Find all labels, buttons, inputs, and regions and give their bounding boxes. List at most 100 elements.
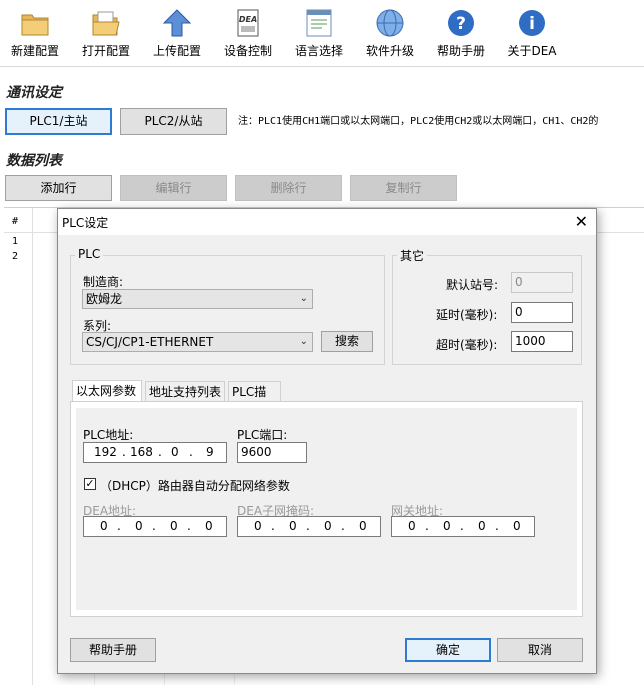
plc-port-input[interactable]: 9600 <box>237 442 307 463</box>
ip-dot: . <box>117 519 121 533</box>
timeout-input[interactable]: 1000 <box>511 331 573 352</box>
about-dea-button[interactable]: i 关于DEA <box>499 6 565 62</box>
ip-dot: . <box>425 519 429 533</box>
language-select-label: 语言选择 <box>294 44 343 58</box>
plc2-slave-button[interactable]: PLC2/从站 <box>120 108 227 135</box>
language-icon <box>306 9 332 37</box>
upload-config-button[interactable]: 上传配置 <box>144 6 210 62</box>
subnet-mask-input[interactable]: 0. 0. 0. 0 <box>237 516 381 537</box>
series-value: CS/CJ/CP1-ETHERNET <box>86 335 214 349</box>
dhcp-label: （DHCP）路由器自动分配网络参数 <box>100 479 290 493</box>
ip-octet: 0 <box>324 519 332 533</box>
row-number-column <box>4 208 33 685</box>
ok-button[interactable]: 确定 <box>405 638 491 662</box>
open-config-label: 打开配置 <box>81 44 130 58</box>
chevron-down-icon: ⌄ <box>299 336 308 347</box>
copy-row-button[interactable]: 复制行 <box>350 175 457 201</box>
manufacturer-select[interactable]: 欧姆龙 ⌄ <box>82 289 313 309</box>
default-station-label: 默认站号: <box>446 278 499 292</box>
upload-config-label: 上传配置 <box>152 44 201 58</box>
svg-text:DEA: DEA <box>239 15 257 24</box>
dhcp-checkbox[interactable]: ✓ <box>84 478 96 490</box>
ip-dot: . <box>122 445 126 459</box>
ip-octet: 0 <box>513 519 521 533</box>
dialog-title: PLC设定 <box>62 216 109 230</box>
comm-note: 注：PLC1使用CH1端口或以太网端口，PLC2使用CH2或以太网端口，CH1、… <box>238 116 599 127</box>
search-button[interactable]: 搜索 <box>321 331 373 352</box>
grid-row-number: 1 <box>12 236 19 247</box>
edit-row-button[interactable]: 编辑行 <box>120 175 227 201</box>
delete-row-button[interactable]: 删除行 <box>235 175 342 201</box>
other-group-label: 其它 <box>397 247 428 264</box>
new-config-label: 新建配置 <box>10 44 59 58</box>
tab-plc-description[interactable]: PLC描述 <box>228 381 281 419</box>
ip-octet: 0 <box>254 519 262 533</box>
close-icon[interactable]: ✕ <box>575 212 588 231</box>
svg-text:?: ? <box>456 14 466 34</box>
dea-device-icon: DEA <box>237 9 259 37</box>
globe-icon <box>376 9 404 37</box>
ip-octet: 0 <box>135 519 143 533</box>
ip-octet: 0 <box>408 519 416 533</box>
software-upgrade-label: 软件升级 <box>365 44 414 58</box>
ip-dot: . <box>189 445 193 459</box>
ethernet-tab-content <box>76 408 577 610</box>
dialog-titlebar: PLC设定 ✕ <box>58 209 596 235</box>
delay-label: 延时(毫秒): <box>436 308 498 322</box>
ip-octet: 0 <box>170 519 178 533</box>
toolbar-divider <box>0 66 644 67</box>
new-config-button[interactable]: 新建配置 <box>2 6 68 62</box>
cancel-button[interactable]: 取消 <box>497 638 583 662</box>
info-icon: i <box>519 10 545 36</box>
ip-dot: . <box>460 519 464 533</box>
add-row-button[interactable]: 添加行 <box>5 175 112 201</box>
grid-row-number: 2 <box>12 251 19 262</box>
comm-settings-title: 通讯设定 <box>6 85 62 101</box>
device-control-label: 设备控制 <box>223 44 272 58</box>
open-folder-icon <box>92 11 120 36</box>
ip-octet: 192 <box>94 445 117 459</box>
tab-ethernet-params[interactable]: 以太网参数 <box>72 380 142 402</box>
ip-dot: . <box>271 519 275 533</box>
ip-octet: 0 <box>100 519 108 533</box>
device-control-button[interactable]: DEA 设备控制 <box>215 6 281 62</box>
ip-octet: 9 <box>206 445 214 459</box>
main-toolbar: 新建配置 打开配置 上传配置 DEA 设备控制 语言选择 软件升级 ? 帮助手册 <box>0 0 644 66</box>
open-config-button[interactable]: 打开配置 <box>73 6 139 62</box>
manufacturer-value: 欧姆龙 <box>86 292 123 306</box>
help-manual-label: 帮助手册 <box>436 44 485 58</box>
ip-octet: 0 <box>205 519 213 533</box>
timeout-label: 超时(毫秒): <box>436 338 498 352</box>
ip-dot: . <box>187 519 191 533</box>
about-dea-label: 关于DEA <box>507 44 557 58</box>
plc1-master-button[interactable]: PLC1/主站 <box>5 108 112 135</box>
ip-octet: 0 <box>359 519 367 533</box>
help-manual-button[interactable]: ? 帮助手册 <box>428 6 494 62</box>
help-manual-dialog-button[interactable]: 帮助手册 <box>70 638 156 662</box>
help-icon: ? <box>448 10 474 36</box>
tab-address-support[interactable]: 地址支持列表 <box>145 381 225 401</box>
ip-octet: 0 <box>289 519 297 533</box>
manufacturer-label: 制造商: <box>83 275 124 289</box>
language-select-button[interactable]: 语言选择 <box>286 6 352 62</box>
upload-arrow-icon <box>162 9 192 37</box>
grid-header-hash: # <box>12 216 19 227</box>
plc-address-label: PLC地址: <box>83 428 134 442</box>
ip-octet: 0 <box>443 519 451 533</box>
default-station-input[interactable]: 0 <box>511 272 573 293</box>
gateway-input[interactable]: 0. 0. 0. 0 <box>391 516 535 537</box>
plc-settings-dialog: PLC设定 ✕ PLC 制造商: 欧姆龙 ⌄ 系列: CS/CJ/CP1-ETH… <box>57 208 597 674</box>
ip-dot: . <box>495 519 499 533</box>
folder-icon <box>21 14 49 36</box>
ethernet-tab-panel <box>70 401 583 617</box>
dea-address-input[interactable]: 0. 0. 0. 0 <box>83 516 227 537</box>
plc-address-input[interactable]: 192. 168. 0. 9 <box>83 442 227 463</box>
data-list-title: 数据列表 <box>6 153 62 169</box>
software-upgrade-button[interactable]: 软件升级 <box>357 6 423 62</box>
ip-octet: 0 <box>478 519 486 533</box>
ip-dot: . <box>341 519 345 533</box>
delay-input[interactable]: 0 <box>511 302 573 323</box>
ip-octet: 0 <box>171 445 179 459</box>
series-select[interactable]: CS/CJ/CP1-ETHERNET ⌄ <box>82 332 313 352</box>
ip-dot: . <box>158 445 162 459</box>
